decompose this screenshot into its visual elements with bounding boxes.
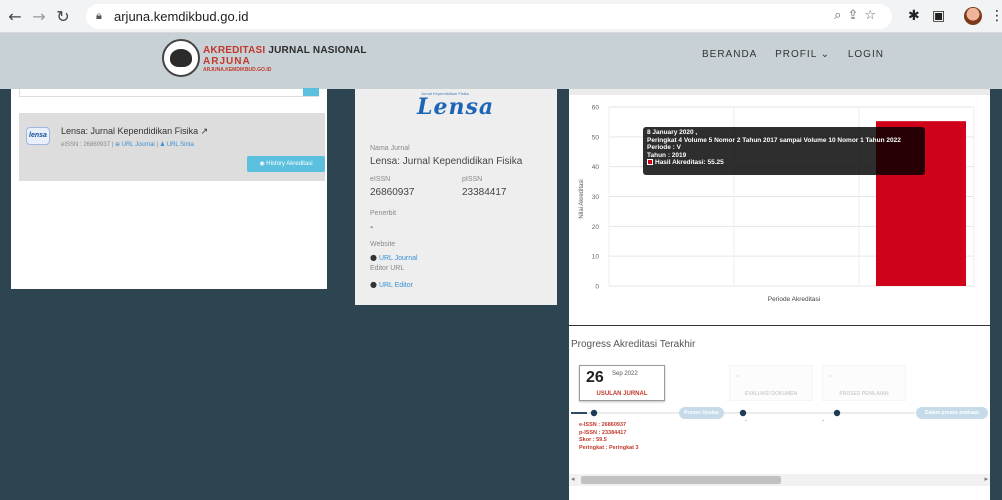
timeline-dot-1 bbox=[590, 409, 598, 417]
proses-usulan-pill[interactable]: Proses Usulan bbox=[679, 407, 724, 419]
lock-icon: 🔒︎ bbox=[96, 9, 102, 22]
journal-logo: lensa bbox=[26, 127, 50, 145]
step-info: e-ISSN : 26860937 p-ISSN : 23384417 Skor… bbox=[579, 422, 639, 451]
eissn-label: eISSN bbox=[370, 176, 391, 183]
akreditasi-chart-panel: 0 10 20 30 40 50 60 Periode Akreditasi Nilai Akr… bbox=[569, 89, 990, 321]
star-icon[interactable]: ☆ bbox=[864, 8, 882, 23]
nav-login[interactable]: LOGIN bbox=[848, 49, 884, 60]
brand-domain: ARJUNA.KEMDIKBUD.GO.ID bbox=[203, 67, 272, 73]
globe-icon: ⊕ bbox=[114, 142, 122, 148]
globe-icon: ● bbox=[370, 253, 377, 262]
y-tick-label: 60 bbox=[592, 105, 600, 112]
journal-detail-panel: Jurnal Kependidikan Fisika Lensa Nama Ju… bbox=[355, 89, 557, 305]
pissn-value: 23384417 bbox=[462, 187, 507, 198]
penerbit-label: Penerbit bbox=[370, 210, 397, 217]
lensa-logo: Jurnal Kependidikan Fisika Lensa bbox=[417, 91, 495, 120]
zoom-icon[interactable]: ⌕ bbox=[834, 8, 847, 23]
url-journal-link[interactable]: ● URL Journal bbox=[370, 253, 418, 262]
eissn-value: 26860937 bbox=[370, 187, 415, 198]
search-input[interactable] bbox=[19, 88, 319, 97]
user-icon: ♟ bbox=[159, 142, 167, 148]
timeline-dot-2 bbox=[739, 409, 747, 417]
url-text[interactable]: arjuna.kemdikbud.go.id bbox=[114, 9, 248, 24]
dalam-proses-evaluasi-pill[interactable]: Dalam proses evaluasi bbox=[916, 407, 988, 419]
step-evaluasi-dokumen[interactable]: - - EVALUASI DOKUMEN bbox=[729, 365, 813, 401]
nama-jurnal-value: Lensa: Jurnal Kependidikan Fisika bbox=[370, 156, 523, 167]
y-tick-label: 10 bbox=[592, 254, 600, 261]
website-label: Website bbox=[370, 241, 396, 248]
step-date-placeholder: - bbox=[745, 418, 747, 424]
extensions-icon[interactable]: ✱ bbox=[908, 8, 920, 24]
scroll-left-icon[interactable]: ◂ bbox=[571, 475, 575, 483]
nav-beranda[interactable]: BERANDA bbox=[702, 49, 757, 60]
chart-tooltip: 8 January 2020 , Peringkat 4 Volume 5 No… bbox=[643, 127, 925, 175]
side-panel-icon[interactable]: ▣ bbox=[932, 8, 945, 24]
search-button[interactable] bbox=[303, 88, 319, 96]
profile-avatar[interactable] bbox=[964, 7, 982, 25]
globe-icon: ● bbox=[370, 280, 377, 289]
step-date-placeholder: - bbox=[822, 418, 824, 424]
journal-result-card: lensa Lensa: Jurnal Kependidikan Fisika … bbox=[19, 113, 325, 181]
reload-icon[interactable]: ↻ bbox=[52, 6, 74, 28]
pissn-label: pISSN bbox=[462, 176, 483, 183]
arjuna-logo-icon[interactable] bbox=[162, 39, 200, 77]
back-arrow-icon[interactable]: ← bbox=[4, 6, 26, 28]
url-sinta-link[interactable]: URL Sinta bbox=[167, 142, 194, 148]
share-icon[interactable]: ⇪ bbox=[847, 8, 864, 23]
omnibox-actions: ⌕⇪☆ bbox=[834, 8, 882, 23]
history-akreditasi-button[interactable]: ◉ History Akreditasi bbox=[247, 156, 325, 172]
y-tick-label: 20 bbox=[592, 224, 600, 231]
nama-jurnal-label: Nama Jurnal bbox=[370, 145, 410, 152]
journal-title-link[interactable]: Lensa: Jurnal Kependidikan Fisika ↗ bbox=[61, 126, 208, 137]
url-editor-link[interactable]: ● URL Editor bbox=[370, 280, 413, 289]
browser-toolbar: ← → ↻ 🔒︎ arjuna.kemdikbud.go.id ⌕⇪☆ ✱ ▣ … bbox=[0, 0, 1002, 33]
external-link-icon: ↗ bbox=[200, 127, 209, 137]
top-navigation: BERANDA PROFIL ⌄ LOGIN bbox=[702, 49, 898, 60]
y-axis-label: Nilai Akreditasi bbox=[579, 179, 585, 218]
nav-profil[interactable]: PROFIL ⌄ bbox=[775, 49, 830, 60]
site-header: AKREDITASI JURNAL NASIONAL ARJUNA ARJUNA… bbox=[0, 33, 1002, 89]
y-tick-label: 30 bbox=[592, 194, 600, 201]
brand-name: ARJUNA bbox=[203, 56, 251, 67]
menu-kebab-icon[interactable]: ⋮ bbox=[990, 8, 1002, 24]
step-usulan-jurnal[interactable]: 26 Sep 2022 USULAN JURNAL bbox=[579, 365, 665, 401]
horizontal-scrollbar[interactable]: ◂ ▸ bbox=[569, 474, 990, 486]
address-bar[interactable]: 🔒︎ arjuna.kemdikbud.go.id ⌕⇪☆ bbox=[86, 4, 892, 29]
step-proses-penilaian[interactable]: - - PROSES PENILAIAN bbox=[822, 365, 906, 401]
forward-arrow-icon[interactable]: → bbox=[28, 6, 50, 28]
progress-title: Progress Akreditasi Terakhir bbox=[571, 339, 696, 350]
timeline-dot-3 bbox=[833, 409, 841, 417]
journal-meta: eISSN : 26860937 | ⊕ URL Journal | ♟ URL… bbox=[61, 142, 194, 148]
bar-chart: 0 10 20 30 40 50 60 Periode Akreditasi Nilai Akr… bbox=[579, 105, 975, 303]
progress-panel: Progress Akreditasi Terakhir 26 Sep 2022… bbox=[569, 321, 990, 500]
editor-url-label: Editor URL bbox=[370, 265, 405, 272]
search-results-panel: lensa Lensa: Jurnal Kependidikan Fisika … bbox=[11, 88, 327, 289]
y-tick-label: 40 bbox=[592, 164, 600, 171]
scrollbar-thumb[interactable] bbox=[581, 476, 781, 484]
url-journal-link[interactable]: URL Journal bbox=[122, 142, 155, 148]
divider bbox=[569, 325, 990, 326]
y-tick-label: 50 bbox=[592, 134, 600, 141]
legend-swatch bbox=[647, 159, 653, 166]
scroll-right-icon[interactable]: ▸ bbox=[984, 475, 988, 483]
y-tick-label: 0 bbox=[595, 284, 599, 291]
brand-title: AKREDITASI JURNAL NASIONAL bbox=[203, 45, 367, 56]
penerbit-value: - bbox=[370, 222, 374, 233]
x-axis-label: Periode Akreditasi bbox=[768, 296, 820, 303]
